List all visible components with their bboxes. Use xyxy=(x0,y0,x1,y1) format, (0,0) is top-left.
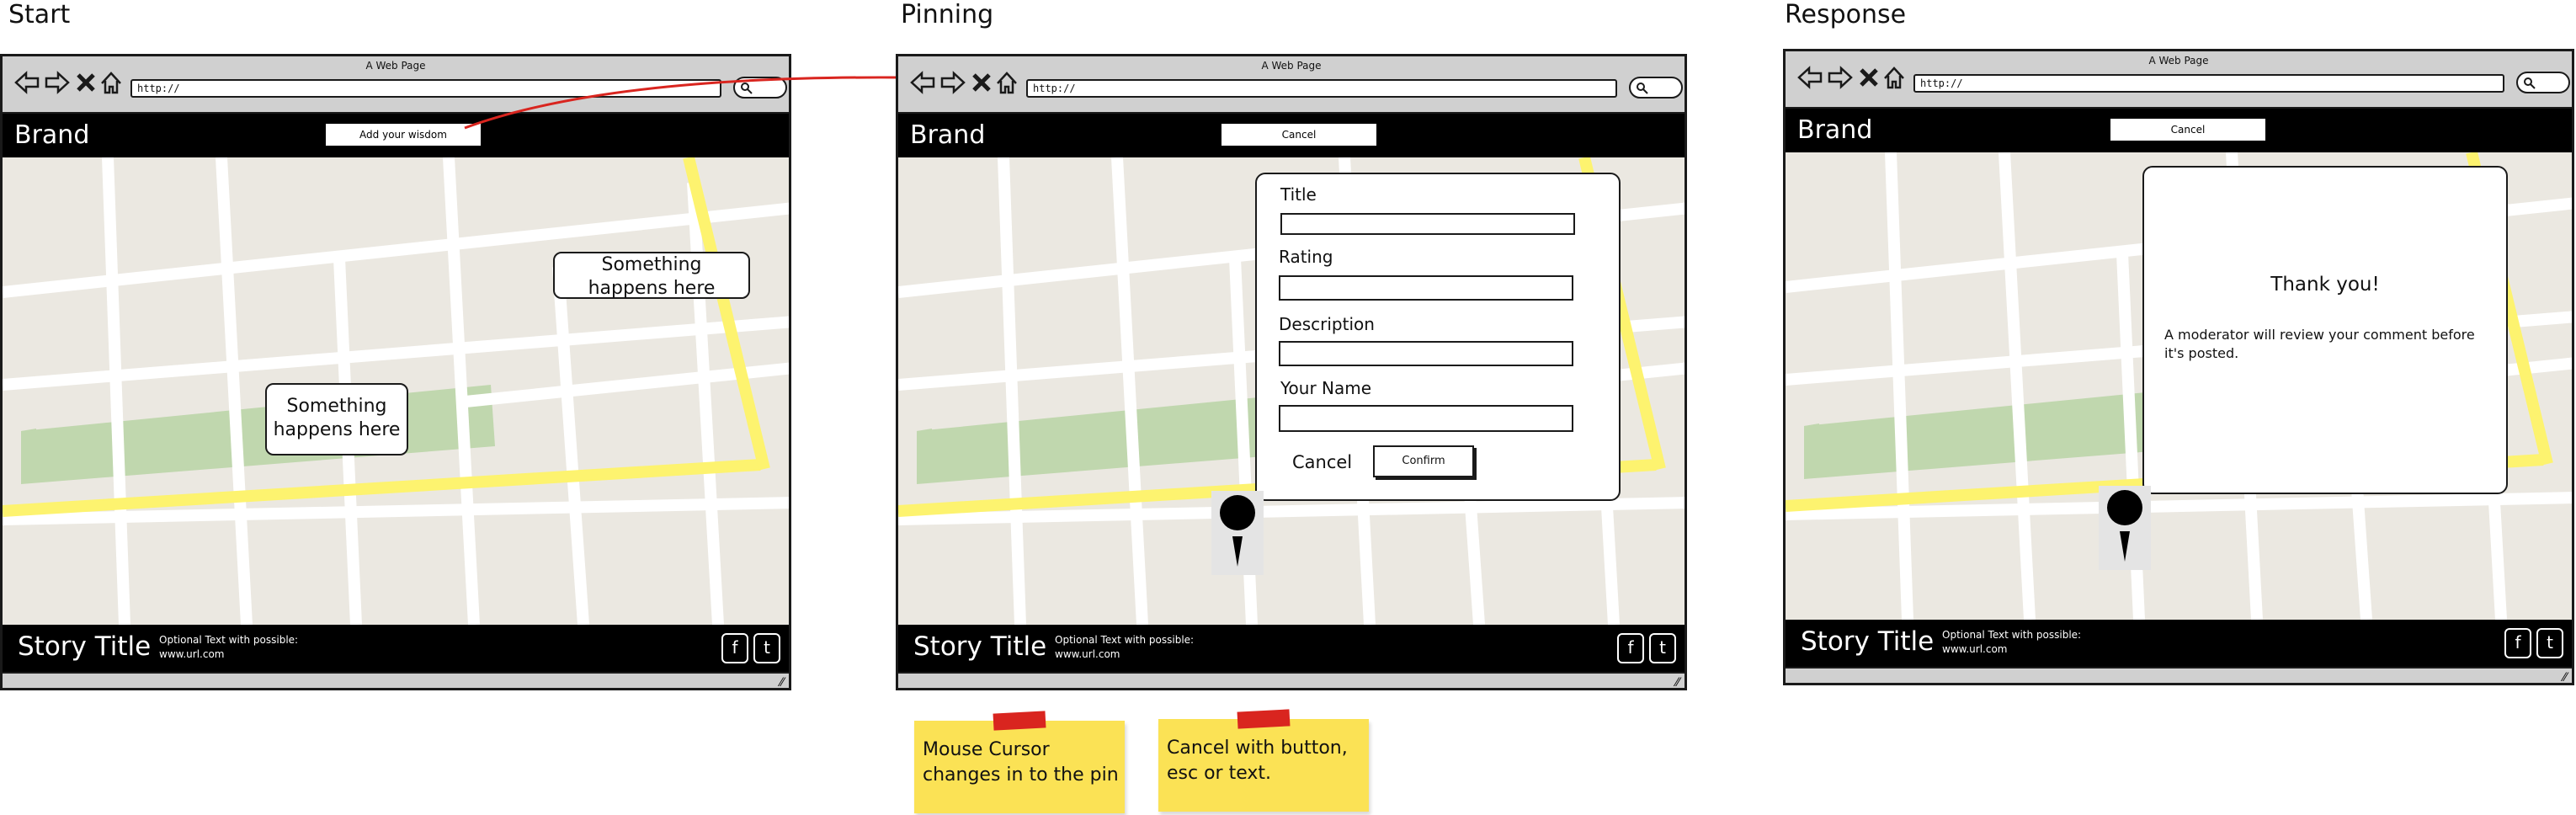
flow-arrow xyxy=(464,69,916,130)
story-footer: Story Title Optional Text with possible:… xyxy=(1786,620,2572,667)
forward-arrow-icon[interactable] xyxy=(1828,65,1853,90)
facebook-icon[interactable]: f xyxy=(721,633,748,663)
story-optional-text: Optional Text with possible: www.url.com xyxy=(159,634,299,660)
callout-bubble[interactable]: Something happens here xyxy=(265,383,408,455)
search-icon xyxy=(1637,83,1648,94)
callout-text-line2: happens here xyxy=(588,278,716,299)
search-icon xyxy=(2524,77,2536,89)
confirm-button[interactable]: Confirm xyxy=(1373,445,1474,477)
map-pin-icon[interactable] xyxy=(2099,486,2151,570)
pin-form-popup: Title Rating Description Your Name Cance… xyxy=(1255,173,1621,501)
your-name-input[interactable] xyxy=(1279,405,1573,432)
thank-you-message: A moderator will review your comment bef… xyxy=(2164,326,2475,363)
forward-arrow-icon[interactable] xyxy=(940,70,966,95)
facebook-icon[interactable]: f xyxy=(2504,628,2531,658)
search-box[interactable] xyxy=(1629,77,1683,99)
cancel-link[interactable]: Cancel xyxy=(1292,452,1352,472)
sticky-note: Mouse Cursor changes in to the pin xyxy=(914,721,1125,813)
url-bar[interactable]: http:// xyxy=(1913,74,2504,93)
callout-text-line2: happens here xyxy=(273,419,401,440)
stop-icon[interactable] xyxy=(971,70,993,95)
browser-chrome: A Web Page http:// xyxy=(1786,51,2572,109)
browser-chrome: A Web Page http:// xyxy=(898,56,1685,114)
map-pin-icon[interactable] xyxy=(1211,491,1264,575)
cancel-nav-button[interactable]: Cancel xyxy=(2110,119,2265,141)
twitter-icon[interactable]: t xyxy=(2536,628,2563,658)
cancel-nav-button[interactable]: Cancel xyxy=(1221,124,1376,146)
site-navbar: Brand Cancel xyxy=(898,114,1685,157)
resize-grip-icon[interactable]: ⁄⁄ xyxy=(780,676,784,688)
description-input[interactable] xyxy=(1279,341,1573,366)
brand-logo[interactable]: Brand xyxy=(1797,115,1872,145)
back-arrow-icon[interactable] xyxy=(1797,65,1823,90)
sticky-note: Cancel with button, esc or text. xyxy=(1158,719,1369,812)
story-footer: Story Title Optional Text with possible:… xyxy=(898,625,1685,672)
thank-you-title: Thank you! xyxy=(2270,274,2380,296)
callout-bubble[interactable]: Something happens here xyxy=(553,252,750,299)
stop-icon[interactable] xyxy=(75,70,97,95)
note-line1: Mouse Cursor xyxy=(923,739,1050,760)
brand-logo[interactable]: Brand xyxy=(910,120,985,150)
back-arrow-icon[interactable] xyxy=(14,70,40,95)
story-title: Story Title xyxy=(18,631,152,662)
story-optional-text: Optional Text with possible: www.url.com xyxy=(1942,629,2082,655)
title-input[interactable] xyxy=(1280,213,1575,235)
story-optional-text: Optional Text with possible: www.url.com xyxy=(1055,634,1195,660)
note-line2: esc or text. xyxy=(1167,763,1271,784)
stop-icon[interactable] xyxy=(1858,65,1880,90)
callout-text-line1: Something xyxy=(601,254,702,275)
thank-you-line2: it's posted. xyxy=(2164,345,2239,361)
home-icon[interactable] xyxy=(994,70,1019,95)
story-footer: Story Title Optional Text with possible:… xyxy=(3,625,789,672)
story-title: Story Title xyxy=(1801,626,1935,657)
twitter-icon[interactable]: t xyxy=(753,633,780,663)
resize-grip-icon[interactable]: ⁄⁄ xyxy=(2563,671,2567,683)
browser-window-response: A Web Page http:// Brand Cancel Thank yo… xyxy=(1783,49,2574,685)
brand-logo[interactable]: Brand xyxy=(14,120,89,150)
frame-title-pinning: Pinning xyxy=(901,0,994,29)
map-view[interactable]: Something happens here Something happens… xyxy=(3,157,789,625)
browser-window-pinning: A Web Page http:// Brand Cancel Title Ra… xyxy=(896,54,1687,690)
home-icon[interactable] xyxy=(1881,65,1907,90)
search-box[interactable] xyxy=(2516,72,2570,93)
your-name-label: Your Name xyxy=(1280,378,1372,398)
url-bar[interactable]: http:// xyxy=(1026,79,1617,98)
back-arrow-icon[interactable] xyxy=(910,70,935,95)
browser-statusbar: ⁄⁄ xyxy=(898,672,1685,688)
browser-statusbar: ⁄⁄ xyxy=(1786,667,2572,683)
home-icon[interactable] xyxy=(98,70,124,95)
title-label: Title xyxy=(1280,184,1317,205)
map-view[interactable]: Thank you! A moderator will review your … xyxy=(1786,152,2572,620)
frame-title-start: Start xyxy=(8,0,71,29)
thank-you-popup: Thank you! A moderator will review your … xyxy=(2142,166,2508,494)
pin-marker-icon xyxy=(2107,490,2142,562)
forward-arrow-icon[interactable] xyxy=(45,70,70,95)
browser-statusbar: ⁄⁄ xyxy=(3,672,789,688)
twitter-icon[interactable]: t xyxy=(1649,633,1676,663)
tape-decoration xyxy=(993,711,1046,731)
facebook-icon[interactable]: f xyxy=(1617,633,1644,663)
pin-marker-icon xyxy=(1220,495,1255,567)
resize-grip-icon[interactable]: ⁄⁄ xyxy=(1675,676,1679,688)
story-title: Story Title xyxy=(913,631,1047,662)
site-navbar: Brand Cancel xyxy=(1786,109,2572,152)
callout-text-line1: Something xyxy=(286,396,387,417)
browser-window-start: A Web Page http:// Brand Add your wisdom… xyxy=(0,54,791,690)
note-line2: changes in to the pin xyxy=(923,764,1119,786)
rating-input[interactable] xyxy=(1279,275,1573,301)
map-view[interactable]: Title Rating Description Your Name Cance… xyxy=(898,157,1685,625)
note-line1: Cancel with button, xyxy=(1167,738,1348,759)
tape-decoration xyxy=(1237,709,1291,729)
description-label: Description xyxy=(1279,314,1375,334)
rating-label: Rating xyxy=(1279,247,1333,267)
frame-title-response: Response xyxy=(1785,0,1907,29)
thank-you-line1: A moderator will review your comment bef… xyxy=(2164,327,2475,343)
